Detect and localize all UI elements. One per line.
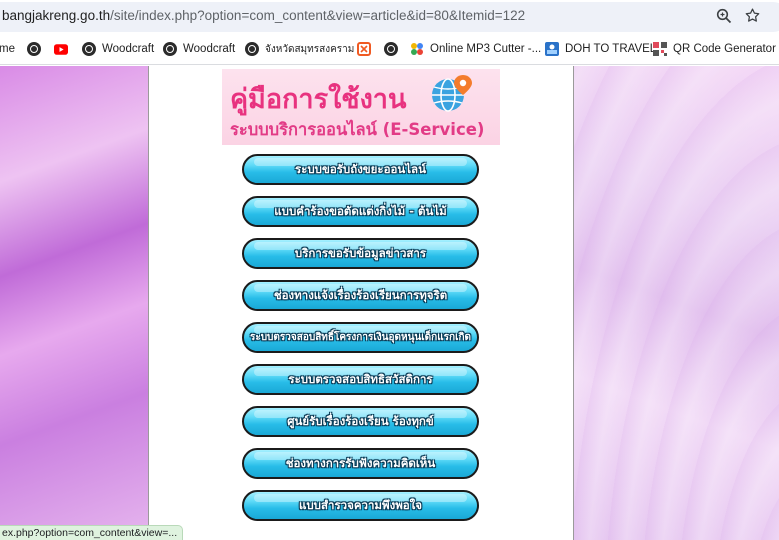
service-button-tree-trimming[interactable]: แบบคำร้องขอตัดแต่งกิ่งไม้ - ต้นไม้ [242, 196, 479, 227]
globe-icon [245, 42, 259, 56]
service-button-trash-bin[interactable]: ระบบขอรับถังขยะออนไลน์ [242, 154, 479, 185]
doh-icon [545, 42, 559, 56]
url-text[interactable]: bangjakreng.go.th/site/index.php?option=… [2, 8, 525, 23]
address-bar: bangjakreng.go.th/site/index.php?option=… [0, 0, 779, 33]
banner-subtitle: ระบบบริการออนไลน์ (E-Service) [230, 120, 485, 139]
url-path: /site/index.php?option=com_content&view=… [110, 8, 526, 23]
bookmark-item[interactable] [54, 41, 74, 57]
youtube-icon [54, 43, 68, 55]
service-button-public-opinion[interactable]: ช่องทางการรับฟังความคิดเห็น [242, 448, 479, 479]
bookmark-item[interactable]: Woodcraft [82, 41, 154, 57]
orange-square-icon [357, 42, 371, 56]
service-button-satisfaction-survey[interactable]: แบบสำรวจความพึงพอใจ [242, 490, 479, 521]
service-button-corruption-report[interactable]: ช่องทางแจ้งเรื่องร้องเรียนการทุจริต [242, 280, 479, 311]
service-button-newborn-subsidy-check[interactable]: ระบบตรวจสอบสิทธิ์โครงการเงินอุดหนุนเด็กแ… [242, 322, 479, 353]
globe-location-icon [432, 75, 472, 112]
bookmark-item[interactable] [27, 41, 47, 57]
bookmark-item[interactable] [357, 41, 377, 57]
globe-icon [82, 42, 96, 56]
qr-icon [653, 42, 667, 56]
bookmark-item[interactable]: DOH TO TRAVEL [545, 41, 656, 57]
e-service-banner: คู่มือการใช้งาน ระบบบริการออนไลน์ (E-Ser… [222, 69, 500, 145]
globe-icon [163, 42, 177, 56]
bookmark-item[interactable]: Woodcraft [163, 41, 235, 57]
bookmark-item[interactable]: QR Code Generator [653, 41, 776, 57]
service-button-welfare-check[interactable]: ระบบตรวจสอบสิทธิสวัสดิการ [242, 364, 479, 395]
left-background [0, 66, 148, 540]
right-background [574, 66, 779, 540]
bookmark-item[interactable]: Online MP3 Cutter -... [410, 41, 541, 57]
service-button-information-request[interactable]: บริการขอรับข้อมูลข่าวสาร [242, 238, 479, 269]
bookmarks-bar: me Woodcraft Woodcraft จังหวัดสมุทรสงครา… [0, 33, 779, 65]
zoom-icon[interactable] [716, 8, 732, 24]
url-host: bangjakreng.go.th [2, 8, 111, 23]
service-button-complaint-center[interactable]: ศูนย์รับเรื่องร้องเรียน ร้องทุกข์ [242, 406, 479, 437]
globe-icon [384, 42, 398, 56]
bookmark-star-icon[interactable] [744, 7, 761, 24]
bookmark-item[interactable] [384, 41, 404, 57]
banner-title: คู่มือการใช้งาน [230, 84, 407, 115]
globe-icon [27, 42, 41, 56]
link-status-bubble: ex.php?option=com_content&view=... [0, 525, 183, 540]
mp3-cutter-icon [411, 43, 423, 55]
bookmark-item[interactable]: me [0, 41, 15, 57]
bookmark-item[interactable]: จังหวัดสมุทรสงคราม [245, 41, 354, 57]
